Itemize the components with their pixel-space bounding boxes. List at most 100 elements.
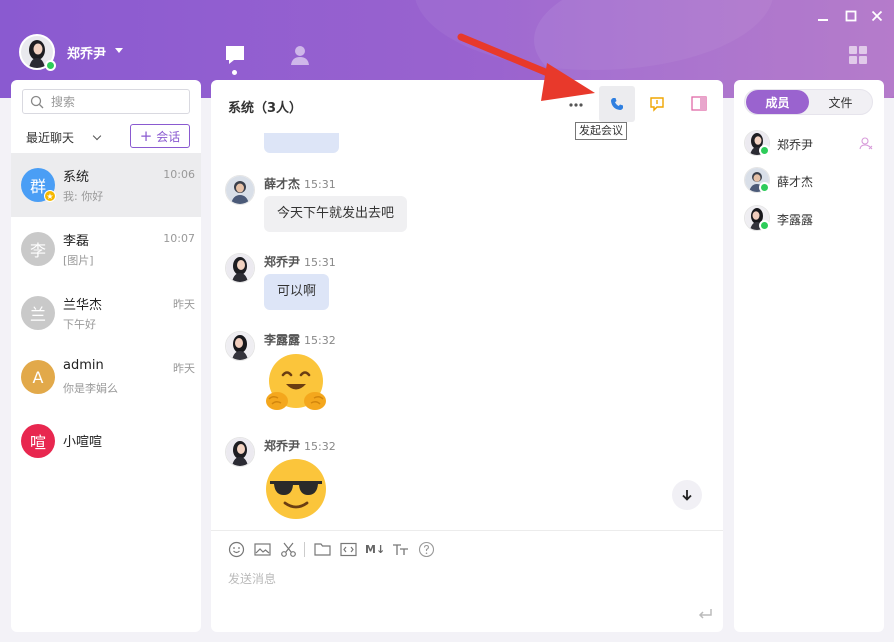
chat-panel: 系统（3人） 发起会议 薛才杰 15:31 今天下午就发出去吧 郑乔尹 15:3… [211,80,723,632]
avatar: 兰 [21,296,55,330]
online-status-icon [759,145,770,156]
message-time: 15:31 [304,256,336,269]
avatar: 李 [21,232,55,266]
online-status-icon [45,60,56,71]
avatar[interactable] [225,253,255,283]
sender-name: 薛才杰 [264,177,301,191]
sender-name: 郑乔尹 [264,255,301,269]
member-item[interactable]: 郑乔尹 [744,130,879,158]
conversation-time: 10:07 [163,232,195,245]
conversation-preview: 下午好 [63,318,96,331]
avatar[interactable] [225,437,255,467]
message-time: 15:31 [304,178,336,191]
phone-icon [611,98,623,110]
search-icon [30,95,44,109]
conversation-time: 10:06 [163,168,195,181]
conversation-name: 李磊 [63,234,90,249]
member-name: 薛才杰 [777,175,814,189]
conversation-name: admin [63,358,104,373]
divider [211,530,723,531]
message-sender: 郑乔尹 15:32 [264,437,336,454]
tooltip: 发起会议 [575,122,627,140]
online-status-icon [759,220,770,231]
red-arrow-annotation-icon [457,33,595,101]
new-chat-label: 会话 [156,129,181,144]
message-bubble[interactable]: 今天下午就发出去吧 [264,196,408,232]
help-icon[interactable] [418,541,435,558]
conversation-item[interactable]: 喧 小喧喧 [11,409,201,473]
text-size-icon[interactable] [392,541,409,558]
message-sender: 李露露 15:32 [264,331,336,348]
message-bubble [264,133,339,153]
emoji-icon[interactable] [228,541,245,558]
conversation-item[interactable]: 群 ★ 系统 我: 你好 10:06 [11,153,201,217]
message-time: 15:32 [304,334,336,347]
code-icon[interactable] [340,541,357,558]
recent-chats-filter[interactable]: 最近聊天 [26,129,74,146]
chevron-down-icon[interactable] [92,131,102,141]
chat-bubble-icon[interactable] [224,44,246,66]
notice-icon[interactable] [649,96,665,112]
online-status-icon [759,182,770,193]
message-bubble[interactable]: 可以啊 [264,274,330,310]
scissors-icon[interactable] [280,541,297,558]
message-time: 15:32 [304,440,336,453]
tab-members[interactable]: 成员 [746,90,809,114]
tab-files[interactable]: 文件 [809,90,872,114]
member-item[interactable]: 薛才杰 [744,167,879,195]
members-files-switch: 成员 文件 [744,89,873,115]
message-input[interactable] [228,570,698,610]
enter-send-icon[interactable] [697,607,713,621]
chat-title: 系统（3人） [228,101,303,116]
close-icon[interactable] [871,10,883,22]
owner-icon [859,137,873,150]
conversation-item[interactable]: A admin 你是李娟么 昨天 [11,345,201,409]
conversation-preview: [图片] [63,254,94,267]
folder-icon[interactable] [314,541,331,558]
conversation-time: 昨天 [173,298,195,311]
conversation-name: 小喧喧 [63,435,103,450]
image-icon[interactable] [254,541,271,558]
conversation-name: 兰华杰 [63,298,103,313]
person-icon[interactable] [289,44,311,66]
member-item[interactable]: 李露露 [744,205,879,233]
message-list[interactable]: 薛才杰 15:31 今天下午就发出去吧 郑乔尹 15:31 可以啊 李露露 15… [211,125,723,533]
conversation-preview: 你是李娟么 [63,382,118,395]
arrow-down-icon [682,490,692,501]
member-name: 李露露 [777,213,814,227]
member-name: 郑乔尹 [777,138,814,152]
chevron-down-icon[interactable] [115,48,123,53]
active-nav-indicator [232,70,237,75]
star-badge-icon: ★ [44,190,56,202]
search-box[interactable] [22,89,190,114]
conversation-preview: 我: 你好 [63,190,104,203]
minimize-icon[interactable] [817,14,829,26]
scroll-to-bottom-button[interactable] [672,480,702,510]
sender-name: 李露露 [264,333,301,347]
conversation-time: 昨天 [173,362,195,375]
message-sender: 郑乔尹 15:31 [264,253,336,270]
conversation-sidebar: 最近聊天 + 会话 群 ★ 系统 我: 你好 10:06 李 李磊 [图片] 1… [11,80,201,632]
conversation-list: 群 ★ 系统 我: 你好 10:06 李 李磊 [图片] 10:07 兰 兰华杰… [11,153,201,473]
sunglasses-face-emoji-icon[interactable] [264,457,328,521]
markdown-icon[interactable]: M↓ [365,541,385,558]
apps-grid-icon[interactable] [848,45,868,65]
plus-icon: + [139,127,153,145]
new-chat-button[interactable]: + 会话 [130,124,190,148]
conversation-item[interactable]: 李 李磊 [图片] 10:07 [11,217,201,281]
avatar: A [21,360,55,394]
user-name[interactable]: 郑乔尹 [67,43,106,62]
toolbar-separator [304,542,305,557]
sender-name: 郑乔尹 [264,439,301,453]
conversation-item[interactable]: 兰 兰华杰 下午好 昨天 [11,281,201,345]
message-sender: 薛才杰 15:31 [264,175,336,192]
search-input[interactable] [51,93,181,111]
conversation-name: 系统 [63,170,90,185]
avatar[interactable] [225,175,255,205]
members-panel: 成员 文件 郑乔尹 薛才杰 李露露 [734,80,884,632]
side-panel-icon[interactable] [691,96,707,111]
maximize-icon[interactable] [845,10,857,22]
avatar[interactable] [225,331,255,361]
avatar: 喧 [21,424,55,458]
hugging-face-emoji-icon[interactable] [264,351,328,415]
